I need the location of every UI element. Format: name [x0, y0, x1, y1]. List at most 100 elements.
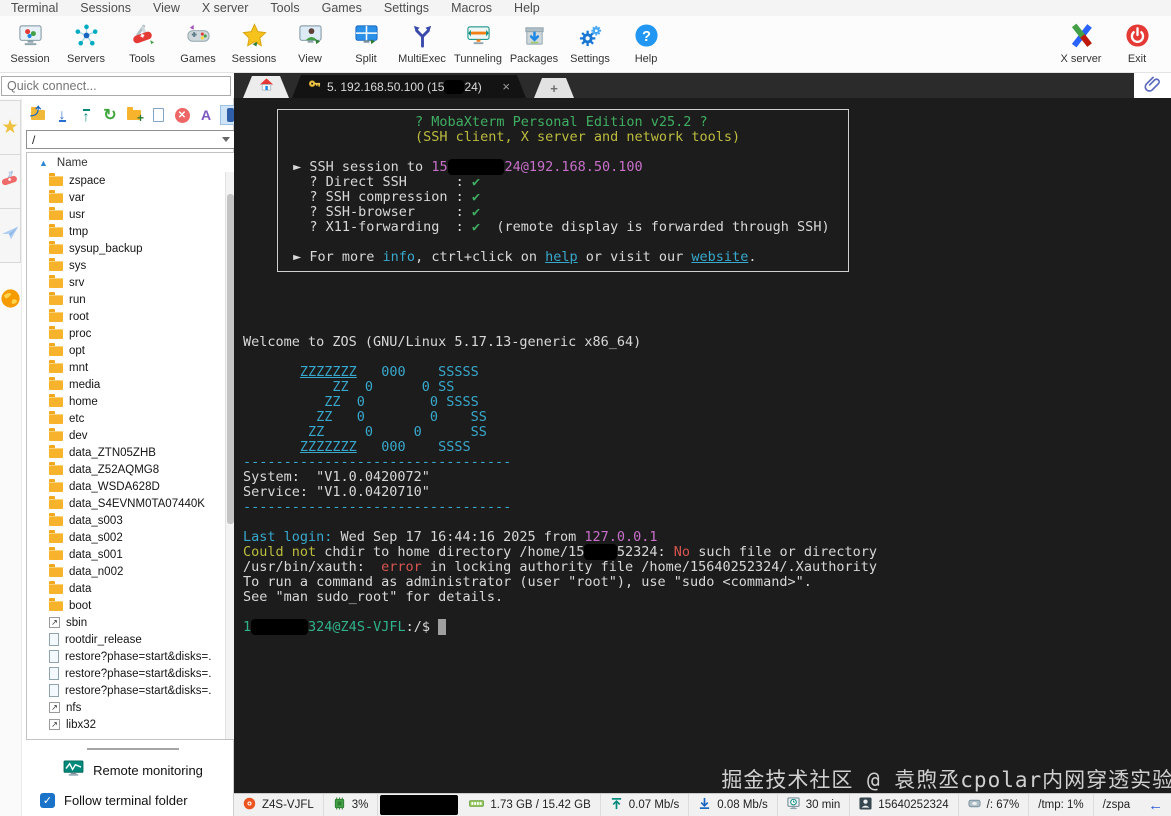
- file-row[interactable]: mnt: [27, 359, 235, 376]
- rename-icon[interactable]: A: [196, 105, 216, 125]
- menu-item[interactable]: Sessions: [69, 1, 142, 15]
- file-row[interactable]: data_s003: [27, 512, 235, 529]
- file-row[interactable]: var: [27, 189, 235, 206]
- tools-button[interactable]: Tools: [114, 18, 170, 70]
- multiexec-button[interactable]: MultiExec: [394, 18, 450, 70]
- games-button[interactable]: Games: [170, 18, 226, 70]
- file-row[interactable]: sysup_backup: [27, 240, 235, 257]
- file-row[interactable]: dev: [27, 427, 235, 444]
- file-row[interactable]: data_ZTN05ZHB: [27, 444, 235, 461]
- file-row[interactable]: restore?phase=start&disks=.: [27, 665, 235, 682]
- scrollbar-thumb[interactable]: [227, 194, 234, 524]
- arrow-left-icon[interactable]: ←: [1148, 797, 1163, 814]
- file-row[interactable]: opt: [27, 342, 235, 359]
- sidebar-sessions-button[interactable]: ★: [0, 100, 21, 155]
- status-upload: 0.07 Mb/s: [601, 794, 690, 816]
- new-folder-icon[interactable]: +: [124, 105, 144, 125]
- file-row[interactable]: data_s001: [27, 546, 235, 563]
- file-row[interactable]: data_s002: [27, 529, 235, 546]
- file-row[interactable]: tmp: [27, 223, 235, 240]
- file-row[interactable]: run: [27, 291, 235, 308]
- file-name: sbin: [66, 616, 88, 629]
- file-row[interactable]: media: [27, 376, 235, 393]
- servers-button[interactable]: Servers: [58, 18, 114, 70]
- file-type-icon: [49, 257, 63, 271]
- file-row[interactable]: data_S4EVNM0TA07440K: [27, 495, 235, 512]
- menu-item[interactable]: X server: [191, 1, 260, 15]
- file-list-header[interactable]: ▲ Name: [27, 153, 235, 172]
- view-button[interactable]: View: [282, 18, 338, 70]
- active-session-tab[interactable]: 5. 192.168.50.100 (15 24) ×: [292, 75, 526, 98]
- menu-item[interactable]: Help: [503, 1, 551, 15]
- menu-item[interactable]: View: [142, 1, 191, 15]
- menu-item[interactable]: Macros: [440, 1, 503, 15]
- file-row[interactable]: data_Z52AQMG8: [27, 461, 235, 478]
- parent-folder-icon[interactable]: ⤴: [28, 105, 48, 125]
- file-row[interactable]: restore?phase=start&disks=.: [27, 648, 235, 665]
- file-type-icon: [49, 189, 63, 203]
- help-button[interactable]: ? Help: [618, 18, 674, 70]
- follow-terminal-folder-checkbox[interactable]: ✓: [40, 792, 55, 808]
- download-icon[interactable]: ↓: [52, 105, 72, 125]
- xserver-button[interactable]: X server: [1053, 18, 1109, 70]
- quick-connect-input[interactable]: [1, 75, 231, 96]
- file-row[interactable]: data_WSDA628D: [27, 478, 235, 495]
- session-button[interactable]: Session: [2, 18, 58, 70]
- tab-close-button[interactable]: ×: [502, 79, 510, 94]
- file-type-icon: [49, 172, 63, 186]
- menu-item[interactable]: Games: [311, 1, 373, 15]
- packages-button[interactable]: Packages: [506, 18, 562, 70]
- file-row[interactable]: data_n002: [27, 563, 235, 580]
- file-list: zspace var usr tmp sysup_backup sys srv …: [27, 172, 235, 733]
- file-row[interactable]: nfs: [27, 699, 235, 716]
- menu-item[interactable]: Tools: [259, 1, 310, 15]
- svg-text:?: ?: [642, 29, 651, 45]
- attach-zone[interactable]: [1134, 73, 1171, 98]
- exit-button[interactable]: Exit: [1109, 18, 1165, 70]
- right-column: ? MobaXterm Personal Edition v25.2 ? (SS…: [234, 98, 1171, 816]
- sidebar-network-button[interactable]: [0, 273, 21, 328]
- delete-icon[interactable]: ✕: [172, 105, 192, 125]
- download-speed-icon: [698, 797, 711, 813]
- tunneling-button[interactable]: Tunneling: [450, 18, 506, 70]
- file-row[interactable]: root: [27, 308, 235, 325]
- file-name: zspace: [69, 174, 106, 187]
- help-label: Help: [634, 53, 658, 65]
- file-row[interactable]: usr: [27, 206, 235, 223]
- file-name: rootdir_release: [65, 633, 142, 646]
- file-type-icon: [49, 342, 63, 356]
- uptime-clock-icon: [787, 797, 800, 813]
- file-row[interactable]: sys: [27, 257, 235, 274]
- terminal-area[interactable]: ? MobaXterm Personal Edition v25.2 ? (SS…: [234, 98, 1171, 793]
- upload-icon[interactable]: ↑: [76, 105, 96, 125]
- remote-monitoring-button[interactable]: Remote monitoring: [26, 754, 240, 786]
- file-row[interactable]: boot: [27, 597, 235, 614]
- settings-button[interactable]: Settings: [562, 18, 618, 70]
- file-row[interactable]: home: [27, 393, 235, 410]
- file-row[interactable]: restore?phase=start&disks=.: [27, 682, 235, 699]
- sidebar-macros-button[interactable]: [0, 208, 21, 263]
- refresh-icon[interactable]: ↻: [100, 105, 120, 125]
- home-tab[interactable]: [243, 76, 289, 98]
- file-row[interactable]: etc: [27, 410, 235, 427]
- file-row[interactable]: zspace: [27, 172, 235, 189]
- file-row[interactable]: srv: [27, 274, 235, 291]
- menu-item[interactable]: Settings: [373, 1, 440, 15]
- status-nav-arrows: ← →: [1139, 794, 1171, 816]
- file-row[interactable]: sbin: [27, 614, 235, 631]
- sidebar-tools-button[interactable]: [0, 154, 21, 209]
- tunneling-icon: [466, 23, 491, 51]
- new-tab-button[interactable]: +: [534, 78, 574, 98]
- path-selector[interactable]: /: [26, 130, 236, 149]
- new-file-icon[interactable]: [148, 105, 168, 125]
- file-name: tmp: [69, 225, 89, 238]
- file-row[interactable]: rootdir_release: [27, 631, 235, 648]
- file-row[interactable]: proc: [27, 325, 235, 342]
- menu-item[interactable]: Terminal: [0, 1, 69, 15]
- sessions-button[interactable]: Sessions: [226, 18, 282, 70]
- file-row[interactable]: data: [27, 580, 235, 597]
- file-name: boot: [69, 599, 92, 612]
- split-button[interactable]: Split: [338, 18, 394, 70]
- file-row[interactable]: libx32: [27, 716, 235, 733]
- resize-grip[interactable]: [87, 748, 179, 750]
